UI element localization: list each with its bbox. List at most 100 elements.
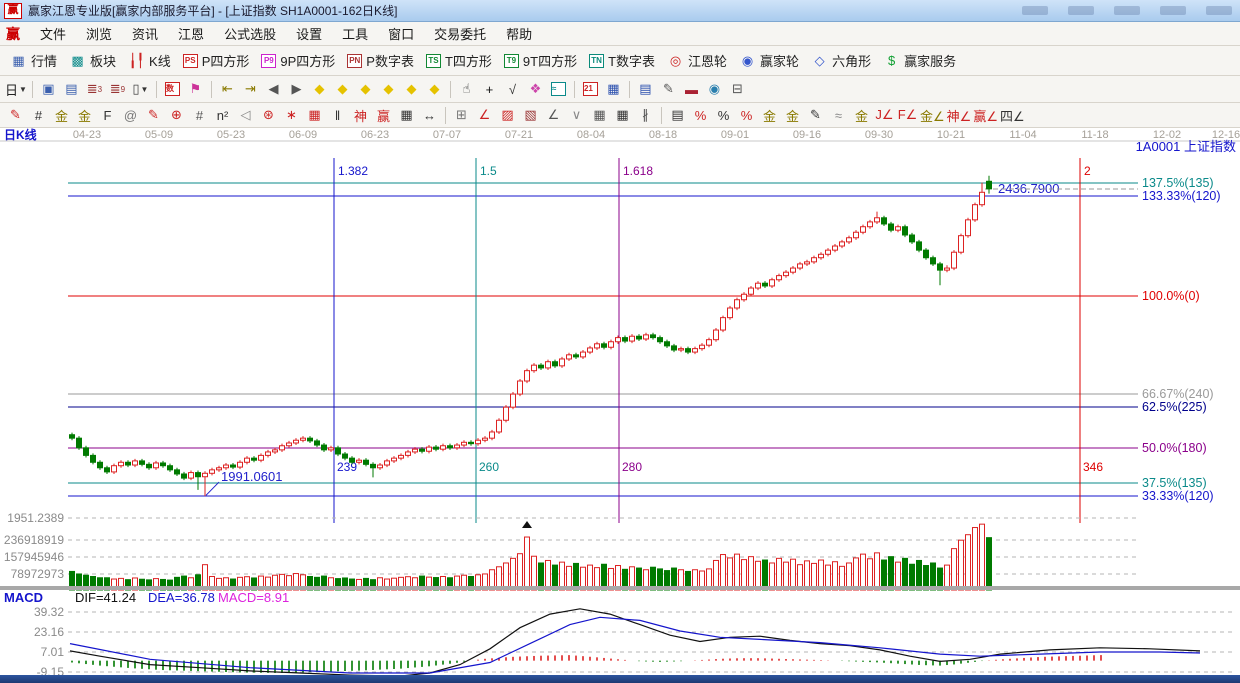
t-number-table-button[interactable]: TN T数字表 — [583, 49, 661, 72]
title-bar[interactable]: 赢 赢家江恩专业版[赢家内部服务平台] - [上证指数 SH1A0001-162… — [0, 0, 1240, 22]
p-square-button[interactable]: PS P四方形 — [177, 49, 256, 72]
ying-tool-icon[interactable]: 赢 — [373, 106, 394, 125]
ying-angle-icon[interactable]: 赢∠ — [973, 106, 998, 125]
gold-line-tool2-icon[interactable]: 金 — [74, 106, 95, 125]
dense-grid-icon[interactable]: # — [189, 106, 210, 125]
print-icon[interactable]: ⊟ — [727, 80, 748, 99]
rays-fan-icon[interactable]: ∠ — [474, 106, 495, 125]
kline-3-columns-icon-sub: 3 — [97, 84, 103, 94]
hexagon-button[interactable]: ◇ 六角形 — [805, 49, 877, 72]
si-angle-icon[interactable]: 四∠ — [1000, 106, 1025, 125]
tick-marks-icon[interactable]: ‖ — [327, 106, 348, 125]
wave-link-icon[interactable]: ≈ — [828, 106, 849, 125]
diamond-scroll-right-icon[interactable]: ◆ — [332, 80, 353, 99]
kline-3-columns-icon[interactable]: ≣ 3 — [84, 80, 105, 99]
percent-line-red-icon[interactable]: % — [690, 106, 711, 125]
two-angle-icon[interactable]: ∠ — [543, 106, 564, 125]
j-angle-icon[interactable]: J∠ — [874, 106, 895, 125]
fibonacci-f-icon[interactable]: F — [97, 106, 118, 125]
diamond-scroll-left-icon[interactable]: ◆ — [309, 80, 330, 99]
shen-angle-icon[interactable]: 神∠ — [947, 106, 972, 125]
f-angle-icon[interactable]: F∠ — [897, 106, 918, 125]
diamond-fit-icon[interactable]: ◆ — [401, 80, 422, 99]
first-page-icon[interactable]: ⇤ — [217, 80, 238, 99]
red-web-grid-icon[interactable]: ▦ — [304, 106, 325, 125]
candle-style-dropdown[interactable]: ▯ ▼ — [130, 80, 151, 99]
menu-item-6[interactable]: 设置 — [286, 22, 332, 45]
gann-grid-icon[interactable]: # — [28, 106, 49, 125]
p-number-table-button[interactable]: PN P数字表 — [341, 49, 420, 72]
pen-icon[interactable]: ✎ — [805, 106, 826, 125]
n-squared-icon[interactable]: n² — [212, 106, 233, 125]
gold-lines2-icon[interactable]: 金 — [851, 106, 872, 125]
diamond-full-icon[interactable]: ◆ — [424, 80, 445, 99]
parallel-lines-icon[interactable]: ∦ — [635, 106, 656, 125]
crosshair-icon[interactable]: + — [479, 80, 500, 99]
teal-scribble-icon[interactable]: ≈ — [548, 80, 569, 99]
square-grid2-icon[interactable]: ▦ — [612, 106, 633, 125]
menu-item-7[interactable]: 工具 — [332, 22, 378, 45]
next-arrow-icon[interactable]: ▶ — [286, 80, 307, 99]
diamond-compress-icon[interactable]: ◆ — [378, 80, 399, 99]
winner-service-button[interactable]: $ 赢家服务 — [877, 49, 962, 72]
gold-lines-icon[interactable]: 金 — [782, 106, 803, 125]
menu-item-2[interactable]: 浏览 — [76, 22, 122, 45]
elastic-line-icon[interactable]: √ — [502, 80, 523, 99]
gann-network-icon[interactable]: ▣ — [38, 80, 59, 99]
gann-wheel-button[interactable]: ◎ 江恩轮 — [661, 49, 733, 72]
calculator-icon[interactable]: ▦ — [603, 80, 624, 99]
percent-baseline-icon[interactable]: % — [736, 106, 757, 125]
chart-area[interactable]: 04-23 05-09 05-23 06-09 06-23 07-07 07-21 08-04… — [0, 127, 1240, 679]
percent-table-icon[interactable]: ▤ — [667, 106, 688, 125]
mirror-angle-icon[interactable]: ◁ — [235, 106, 256, 125]
width-measure-icon[interactable]: ↔ — [419, 106, 440, 125]
9p-square-button[interactable]: P9 9P四方形 — [255, 49, 341, 72]
radial-rays-icon[interactable]: ∗ — [281, 106, 302, 125]
gold-circle-icon[interactable]: 金 — [759, 106, 780, 125]
kline-9-columns-icon[interactable]: ≣ 9 — [107, 80, 128, 99]
gold-angle-icon[interactable]: 金∠ — [920, 106, 945, 125]
diag-grid1-icon[interactable]: ▨ — [497, 106, 518, 125]
spreadsheet-icon[interactable]: ▤ — [635, 80, 656, 99]
red-formula-icon[interactable]: 数 — [162, 80, 183, 99]
save-icon[interactable]: ▬ — [681, 80, 702, 99]
diag-grid2-icon[interactable]: ▧ — [520, 106, 541, 125]
number-grid-icon[interactable]: ▦ — [396, 106, 417, 125]
sectors-button[interactable]: ▩ 板块 — [63, 49, 122, 72]
quotes-button[interactable]: ▦ 行情 — [4, 49, 63, 72]
notepad-icon[interactable]: ✎ — [658, 80, 679, 99]
prev-arrow-icon[interactable]: ◀ — [263, 80, 284, 99]
kline-chart-svg[interactable]: 04-23 05-09 05-23 06-09 06-23 07-07 07-21 08-04… — [0, 127, 1240, 679]
menu-item-9[interactable]: 交易委托 — [424, 22, 496, 45]
spiral-icon[interactable]: @ — [120, 106, 141, 125]
square-grid1-icon[interactable]: ▦ — [589, 106, 610, 125]
period-day-dropdown[interactable]: 日 ▼ — [5, 80, 27, 99]
kline-button[interactable]: ╽╿ K线 — [122, 49, 177, 72]
door-window-icon[interactable]: ⊞ — [451, 106, 472, 125]
web-globe-icon[interactable]: ◉ — [704, 80, 725, 99]
diamond-expand-icon[interactable]: ◆ — [355, 80, 376, 99]
stock-info-icon[interactable]: ▤ — [61, 80, 82, 99]
compass-icon[interactable]: ⊛ — [258, 106, 279, 125]
menu-item-4[interactable]: 江恩 — [168, 22, 214, 45]
gold-line-tool1-icon[interactable]: 金 — [51, 106, 72, 125]
hand-drag-icon[interactable]: ☝ — [456, 80, 477, 99]
menu-item-10[interactable]: 帮助 — [496, 22, 542, 45]
menu-item-3[interactable]: 资讯 — [122, 22, 168, 45]
menu-item-8[interactable]: 窗口 — [378, 22, 424, 45]
menu-item-5[interactable]: 公式选股 — [214, 22, 286, 45]
last-page-icon[interactable]: ⇥ — [240, 80, 261, 99]
color-histogram-icon[interactable]: ⚑ — [185, 80, 206, 99]
9t-square-button[interactable]: T9 9T四方形 — [498, 49, 583, 72]
menu-item-1[interactable]: 文件 — [30, 22, 76, 45]
pencil-tool-icon[interactable]: ✎ — [5, 106, 26, 125]
percent-icon[interactable]: % — [713, 106, 734, 125]
pencil-angle-icon[interactable]: ✎ — [143, 106, 164, 125]
circle-cross-icon[interactable]: ⊕ — [166, 106, 187, 125]
calendar-21-icon[interactable]: 21 — [580, 80, 601, 99]
zigzag-icon[interactable]: ∨ — [566, 106, 587, 125]
shen-tool-icon[interactable]: 神 — [350, 106, 371, 125]
winner-wheel-button[interactable]: ◉ 赢家轮 — [733, 49, 805, 72]
pink-gann-tool-icon[interactable]: ❖ — [525, 80, 546, 99]
t-square-button[interactable]: TS T四方形 — [420, 49, 498, 72]
